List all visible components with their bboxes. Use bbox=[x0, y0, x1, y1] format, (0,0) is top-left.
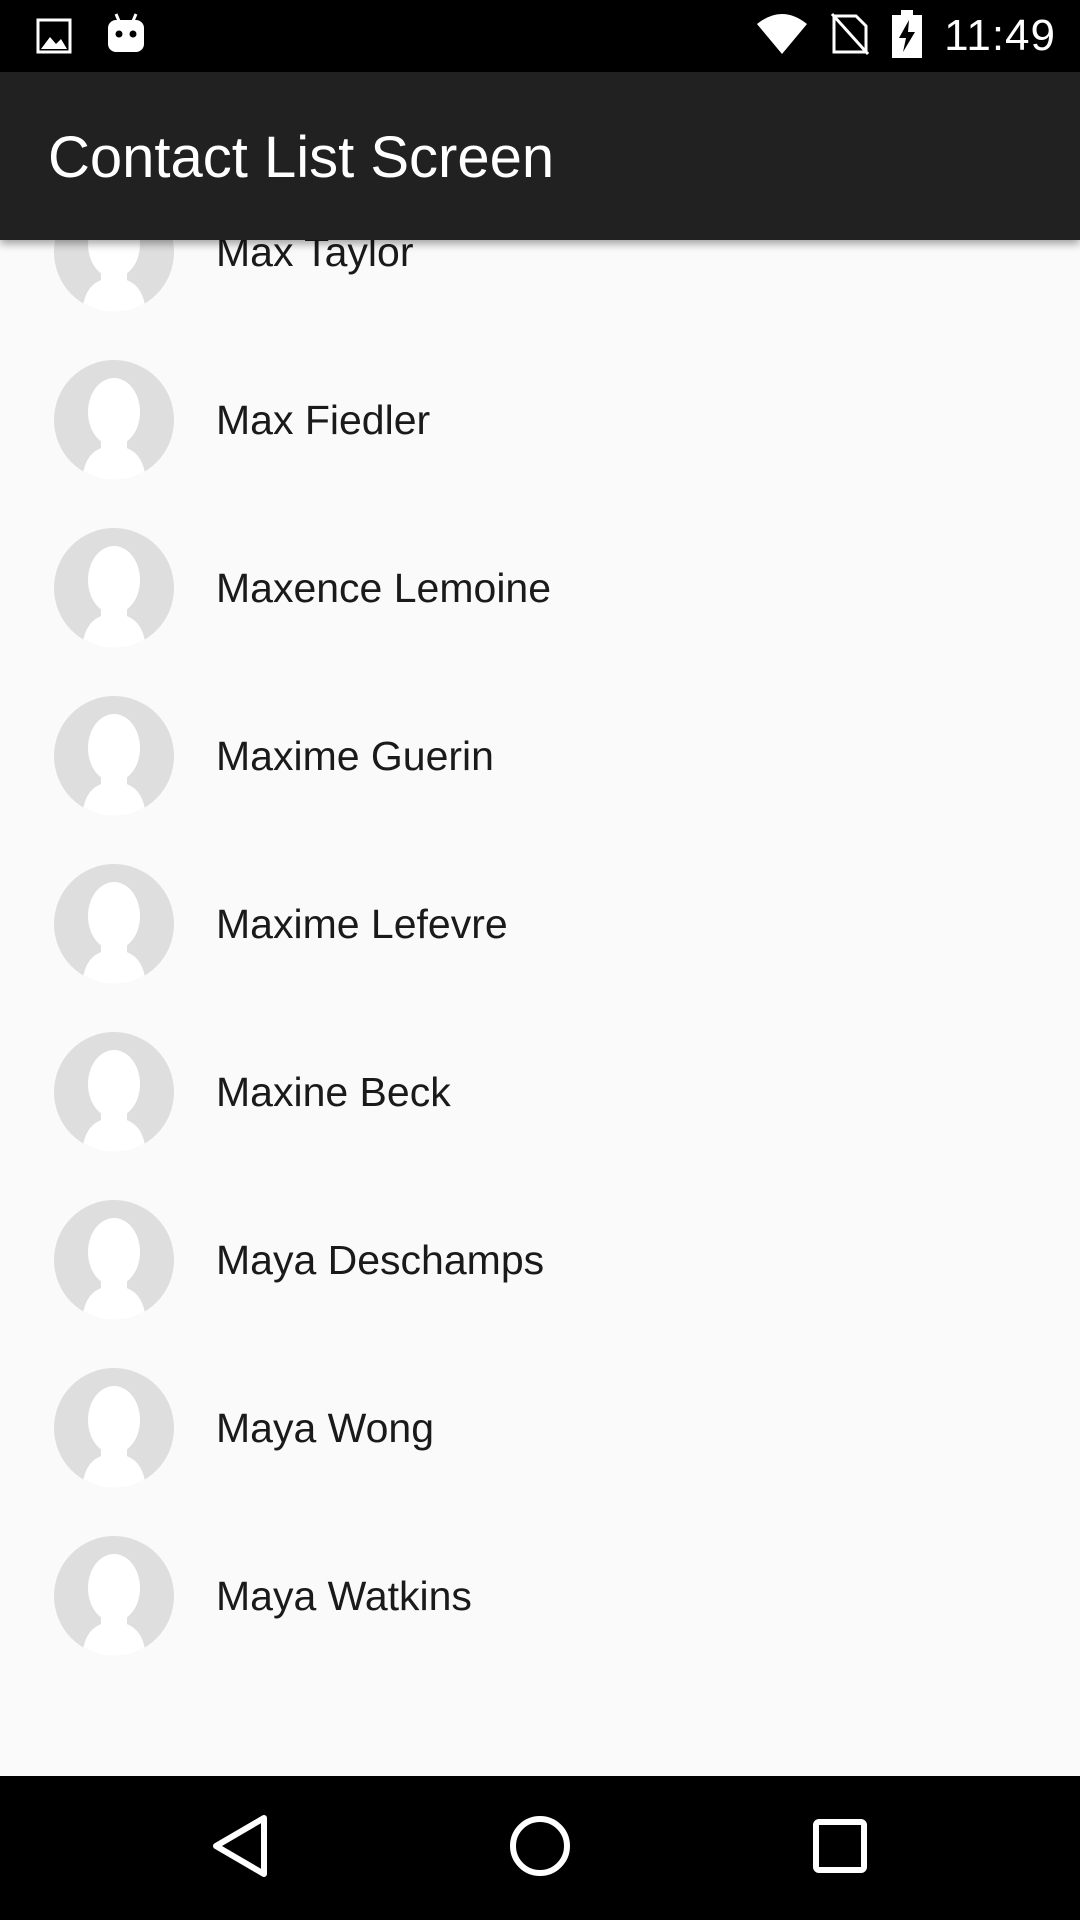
image-notification-icon bbox=[36, 18, 72, 59]
contact-name: Max Fiedler bbox=[216, 397, 431, 443]
no-sim-icon bbox=[830, 12, 870, 61]
contact-name: Maxime Guerin bbox=[216, 733, 494, 779]
contact-list[interactable]: Max Taylor Max Fiedler Maxence Lemoine M… bbox=[0, 240, 1080, 1776]
status-icons: 11:49 bbox=[756, 0, 1056, 72]
contact-name: Maya Watkins bbox=[216, 1573, 472, 1619]
avatar-icon bbox=[54, 696, 174, 816]
list-item[interactable]: Maya Deschamps bbox=[0, 1176, 1080, 1344]
list-item[interactable]: Max Taylor bbox=[0, 240, 1080, 336]
navigation-bar bbox=[0, 1776, 1080, 1920]
avatar-icon bbox=[54, 1368, 174, 1488]
android-debug-icon bbox=[106, 12, 146, 61]
avatar-icon bbox=[54, 1536, 174, 1656]
status-time: 11:49 bbox=[944, 11, 1056, 60]
recents-icon bbox=[812, 1818, 868, 1879]
status-bar: 11:49 bbox=[0, 0, 1080, 72]
list-item[interactable]: Maya Watkins bbox=[0, 1512, 1080, 1680]
contact-name: Maxine Beck bbox=[216, 1069, 451, 1115]
list-item[interactable]: Maxime Guerin bbox=[0, 672, 1080, 840]
page-title: Contact List Screen bbox=[48, 125, 555, 190]
list-item[interactable]: Maxime Lefevre bbox=[0, 840, 1080, 1008]
contact-name: Maxence Lemoine bbox=[216, 565, 552, 611]
list-item[interactable]: Maya Wong bbox=[0, 1344, 1080, 1512]
contact-name: Maxime Lefevre bbox=[216, 901, 508, 947]
home-icon bbox=[508, 1814, 572, 1883]
list-item[interactable]: Maxine Beck bbox=[0, 1008, 1080, 1176]
list-item[interactable]: Max Fiedler bbox=[0, 336, 1080, 504]
back-icon bbox=[210, 1814, 270, 1883]
back-button[interactable] bbox=[198, 1806, 282, 1890]
avatar-icon bbox=[54, 360, 174, 480]
avatar-icon bbox=[54, 240, 174, 312]
avatar-icon bbox=[54, 1032, 174, 1152]
home-button[interactable] bbox=[498, 1806, 582, 1890]
recents-button[interactable] bbox=[798, 1806, 882, 1890]
list-item[interactable]: Maxence Lemoine bbox=[0, 504, 1080, 672]
contact-name: Maya Wong bbox=[216, 1405, 435, 1451]
avatar-icon bbox=[54, 864, 174, 984]
app-bar: Contact List Screen bbox=[0, 72, 1080, 240]
avatar-icon bbox=[54, 1200, 174, 1320]
battery-charging-icon bbox=[892, 9, 923, 63]
contact-name: Maya Deschamps bbox=[216, 1237, 545, 1283]
wifi-icon bbox=[756, 12, 808, 61]
contact-name: Max Taylor bbox=[216, 240, 414, 275]
avatar-icon bbox=[54, 528, 174, 648]
